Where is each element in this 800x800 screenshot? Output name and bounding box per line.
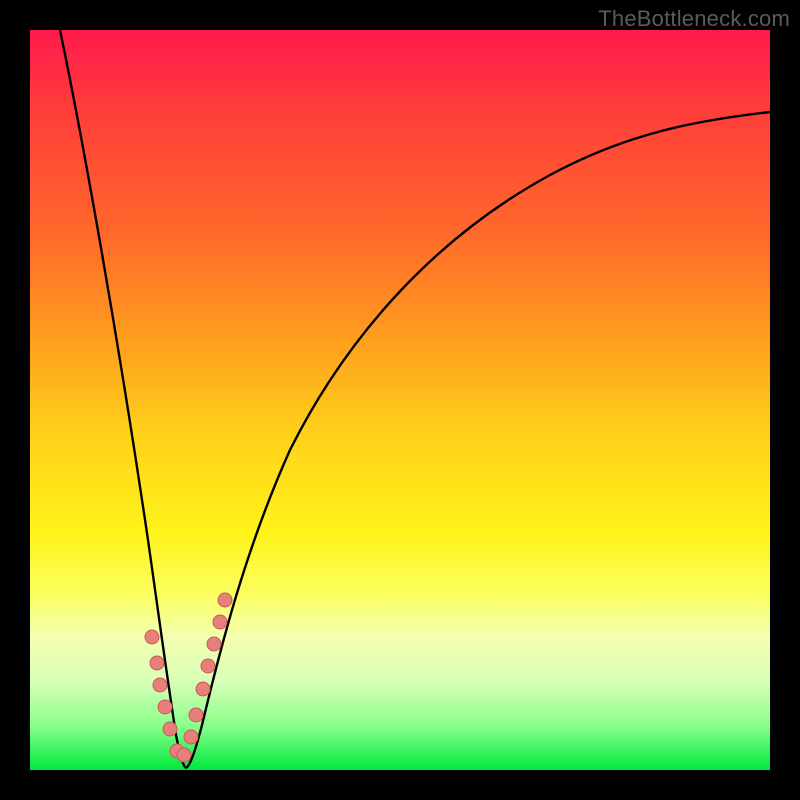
marker: [177, 748, 191, 762]
marker: [145, 630, 159, 644]
marker: [207, 637, 221, 651]
marker: [196, 682, 210, 696]
curve-right-branch: [186, 112, 770, 768]
marker: [201, 659, 215, 673]
chart-frame: TheBottleneck.com: [0, 0, 800, 800]
marker: [150, 656, 164, 670]
marker: [189, 708, 203, 722]
marker: [184, 730, 198, 744]
plot-area: [30, 30, 770, 770]
curve-layer: [30, 30, 770, 770]
watermark-text: TheBottleneck.com: [598, 6, 790, 32]
marker: [218, 593, 232, 607]
curve-left-branch: [60, 30, 186, 768]
marker: [153, 678, 167, 692]
marker: [163, 722, 177, 736]
marker: [158, 700, 172, 714]
marker: [213, 615, 227, 629]
